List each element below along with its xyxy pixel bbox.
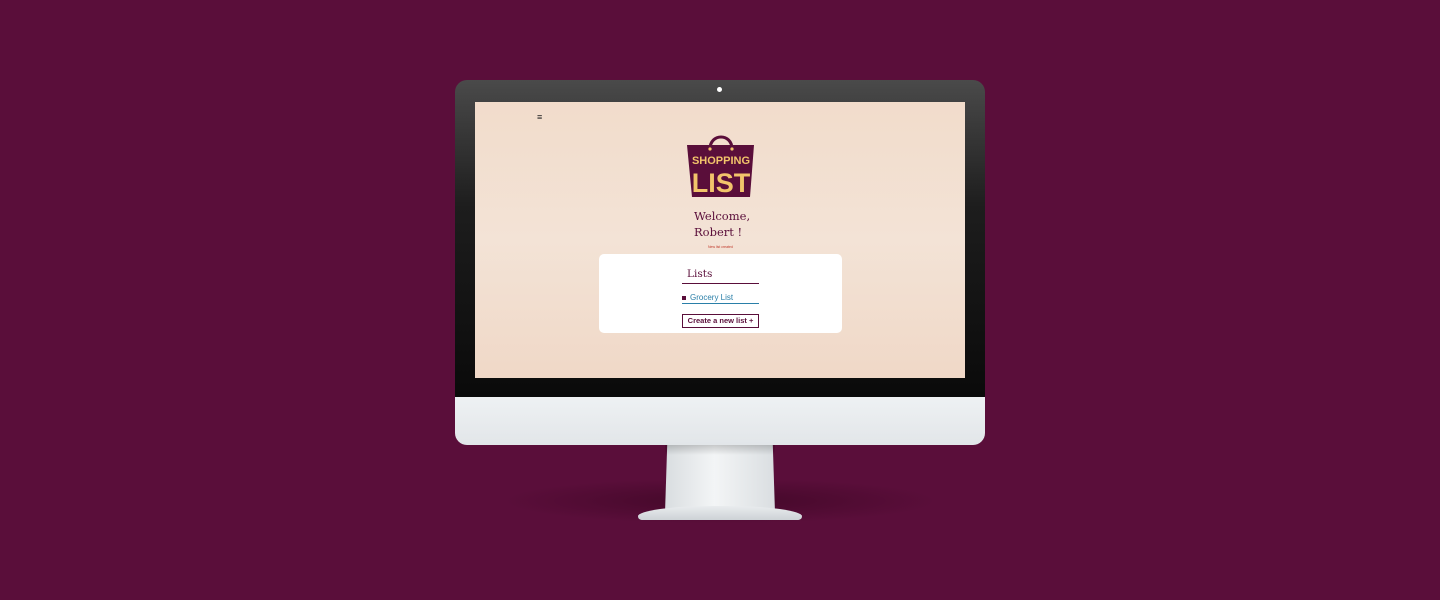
monitor-stand: [665, 445, 775, 513]
hamburger-icon[interactable]: ≡: [537, 113, 543, 122]
app-screen: ≡ SHOPPING LIST Welcome, Robert ! New li…: [475, 102, 965, 378]
shopping-bag-icon: SHOPPING LIST: [687, 135, 754, 198]
bullet-icon: [682, 296, 686, 300]
logo-text-shopping: SHOPPING: [692, 155, 750, 167]
create-list-button[interactable]: Create a new list +: [682, 314, 759, 328]
list-item[interactable]: Grocery List: [682, 293, 759, 304]
monitor-stand-base: [638, 506, 802, 520]
list-item-label[interactable]: Grocery List: [690, 293, 733, 302]
camera-icon: [717, 87, 722, 92]
monitor-chin: [455, 397, 985, 445]
status-message: New list created: [708, 245, 733, 249]
logo-text-list: LIST: [692, 168, 751, 198]
lists-card: Lists Grocery List Create a new list +: [599, 254, 842, 333]
shopping-list-logo: SHOPPING LIST: [684, 129, 757, 199]
welcome-line: Welcome,: [694, 209, 751, 223]
stand-shadow: [665, 445, 775, 455]
user-name: Robert !: [694, 225, 743, 239]
welcome-message: Welcome, Robert !: [694, 208, 814, 240]
lists-heading: Lists: [682, 268, 759, 284]
